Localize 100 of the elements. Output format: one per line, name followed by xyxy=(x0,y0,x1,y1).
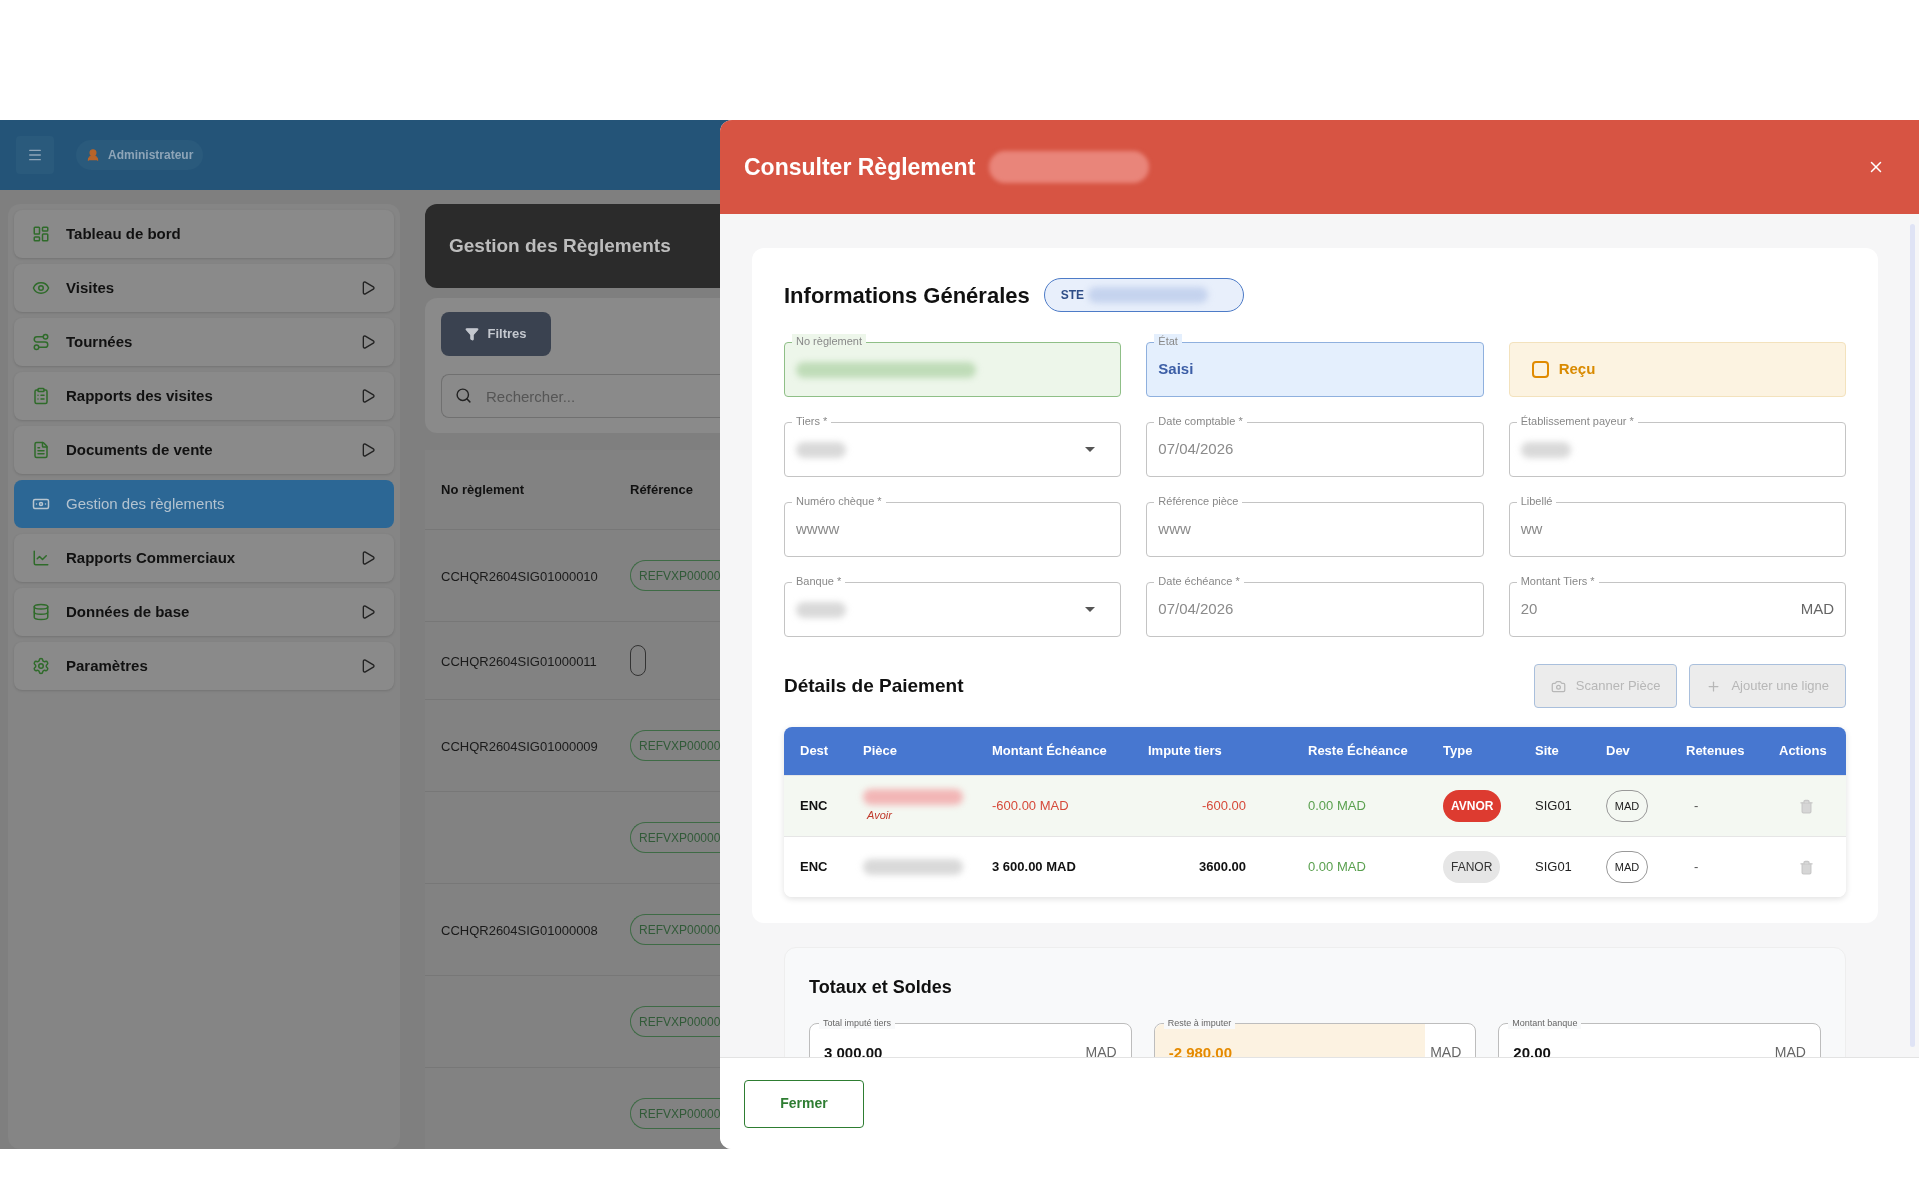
settings-icon xyxy=(32,657,50,675)
delete-icon[interactable] xyxy=(1799,798,1814,814)
table-cell-text: 0.00 MAD xyxy=(1308,797,1367,816)
document-icon xyxy=(32,441,50,459)
table-cell-text: 3600.00 xyxy=(1198,858,1247,877)
table-cell-text: SIG01 xyxy=(1535,858,1573,877)
field-suffix: MAD xyxy=(1774,1043,1806,1057)
table-cell-text: -600.00 MAD xyxy=(992,797,1070,816)
sidebar-item[interactable]: Paramètres xyxy=(14,642,394,690)
filter-icon xyxy=(465,327,480,341)
database-icon xyxy=(32,603,50,621)
sidebar-item[interactable]: Documents de vente xyxy=(14,426,394,474)
sidebar-label: Rapports des visites xyxy=(66,385,214,406)
table-cell-text: 0.00 MAD xyxy=(1308,858,1367,877)
column-header: Référence xyxy=(630,480,693,499)
blurred-value xyxy=(796,441,846,458)
dashboard-icon xyxy=(32,225,50,243)
column-header: Site xyxy=(1535,742,1560,761)
field-value: www xyxy=(1158,519,1191,540)
sidebar-label: Gestion des règlements xyxy=(66,493,226,514)
column-header: Actions xyxy=(1779,742,1828,761)
field-label: Total imputé tiers xyxy=(819,1017,896,1029)
close-button[interactable]: Fermer xyxy=(744,1079,864,1128)
section-title: Totaux et Soldes xyxy=(809,976,953,999)
sidebar-label: Documents de vente xyxy=(66,439,214,460)
field-label: Date échéance * xyxy=(1154,574,1244,588)
table-cell: CCHQR2604SIG01000010 xyxy=(441,568,598,584)
field-value: Saisi xyxy=(1158,359,1194,380)
column-header: Dest xyxy=(800,742,830,761)
table-cell-text: SIG01 xyxy=(1535,797,1573,816)
chart-icon xyxy=(32,549,50,567)
field-value: 07/04/2026 xyxy=(1158,439,1234,460)
column-header: Pièce xyxy=(863,742,898,761)
dialog-title: Consulter Règlement xyxy=(744,152,976,182)
user-icon xyxy=(86,148,100,162)
search-icon xyxy=(455,387,472,404)
sidebar-label: Tableau de bord xyxy=(66,223,182,244)
filters-button[interactable]: Filtres xyxy=(441,312,551,356)
badge-text: STE xyxy=(1060,287,1085,304)
sidebar-item[interactable]: Rapports des visites xyxy=(14,372,394,420)
column-header: No règlement xyxy=(441,480,526,499)
table-cell: CCHQR2604SIG01000008 xyxy=(441,922,598,938)
sidebar-item[interactable]: Gestion des règlements xyxy=(14,480,394,528)
delete-icon[interactable] xyxy=(1799,859,1814,875)
eye-icon xyxy=(32,279,50,297)
checkbox-label: Reçu xyxy=(1558,359,1596,380)
field-label: Montant Tiers * xyxy=(1516,574,1599,588)
table-cell-text: -600.00 xyxy=(1200,797,1247,816)
sidebar-label: Données de base xyxy=(66,601,191,622)
field-label: Référence pièce xyxy=(1154,494,1243,508)
sidebar-label: Visites xyxy=(66,277,116,298)
checkbox[interactable] xyxy=(1531,361,1549,378)
type-badge: AVNOR xyxy=(1443,790,1502,822)
table-cell: CCHQR2604SIG01000011 xyxy=(441,653,597,669)
camera-icon xyxy=(1550,678,1566,694)
column-header: Impute tiers xyxy=(1148,742,1223,761)
plus-icon xyxy=(1706,678,1722,694)
blurred-value xyxy=(796,601,846,618)
table-cell: CCHQR2604SIG01000009 xyxy=(441,738,598,754)
field-label: Tiers * xyxy=(792,414,832,428)
piece-note: Avoir xyxy=(865,807,893,823)
dropdown-caret-icon xyxy=(1085,447,1096,452)
sidebar-label: Rapports Commerciaux xyxy=(66,547,237,568)
sidebar-item[interactable]: Rapports Commerciaux xyxy=(14,534,394,582)
field-value: 20 xyxy=(1520,599,1538,620)
field-label: État xyxy=(1154,334,1182,348)
field-label: Date comptable * xyxy=(1154,414,1247,428)
field-label: Établissement payeur * xyxy=(1516,414,1638,428)
route-icon xyxy=(32,333,50,351)
field-label: Numéro chèque * xyxy=(792,494,886,508)
field-value: 07/04/2026 xyxy=(1158,599,1234,620)
table-cell-text: - xyxy=(1693,858,1700,877)
column-header: Dev xyxy=(1606,742,1631,761)
sidebar-item[interactable]: Tournées xyxy=(14,318,394,366)
column-header: Montant Échéance xyxy=(992,742,1108,761)
blurred-value xyxy=(1520,441,1571,458)
field-suffix: MAD xyxy=(1085,1043,1117,1057)
field-label: Banque * xyxy=(792,574,846,588)
field-value: ww xyxy=(1520,519,1543,540)
page-title: Gestion des Règlements xyxy=(449,233,671,258)
sidebar-item[interactable]: Visites xyxy=(14,264,394,312)
menu-icon xyxy=(27,147,43,163)
menu-button[interactable] xyxy=(16,136,54,174)
table-cell-text: ENC xyxy=(800,797,829,816)
user-name: Administrateur xyxy=(108,147,194,164)
type-badge: FANOR xyxy=(1443,851,1501,883)
table-cell-text: ENC xyxy=(800,858,829,877)
column-header: Retenues xyxy=(1686,742,1746,761)
sidebar-label: Tournées xyxy=(66,331,134,352)
table-cell-text: - xyxy=(1693,797,1700,816)
column-header: Type xyxy=(1443,742,1474,761)
sidebar-item[interactable]: Tableau de bord xyxy=(14,210,394,258)
field-value: wwww xyxy=(796,519,840,540)
field-suffix: MAD xyxy=(1800,599,1834,620)
user-chip[interactable]: Administrateur xyxy=(76,140,204,170)
field-label: Libellé xyxy=(1516,494,1557,508)
field-label: Reste à imputer xyxy=(1163,1017,1236,1029)
sidebar-label: Paramètres xyxy=(66,655,149,676)
clipboard-icon xyxy=(32,387,50,405)
sidebar-item[interactable]: Données de base xyxy=(14,588,394,636)
